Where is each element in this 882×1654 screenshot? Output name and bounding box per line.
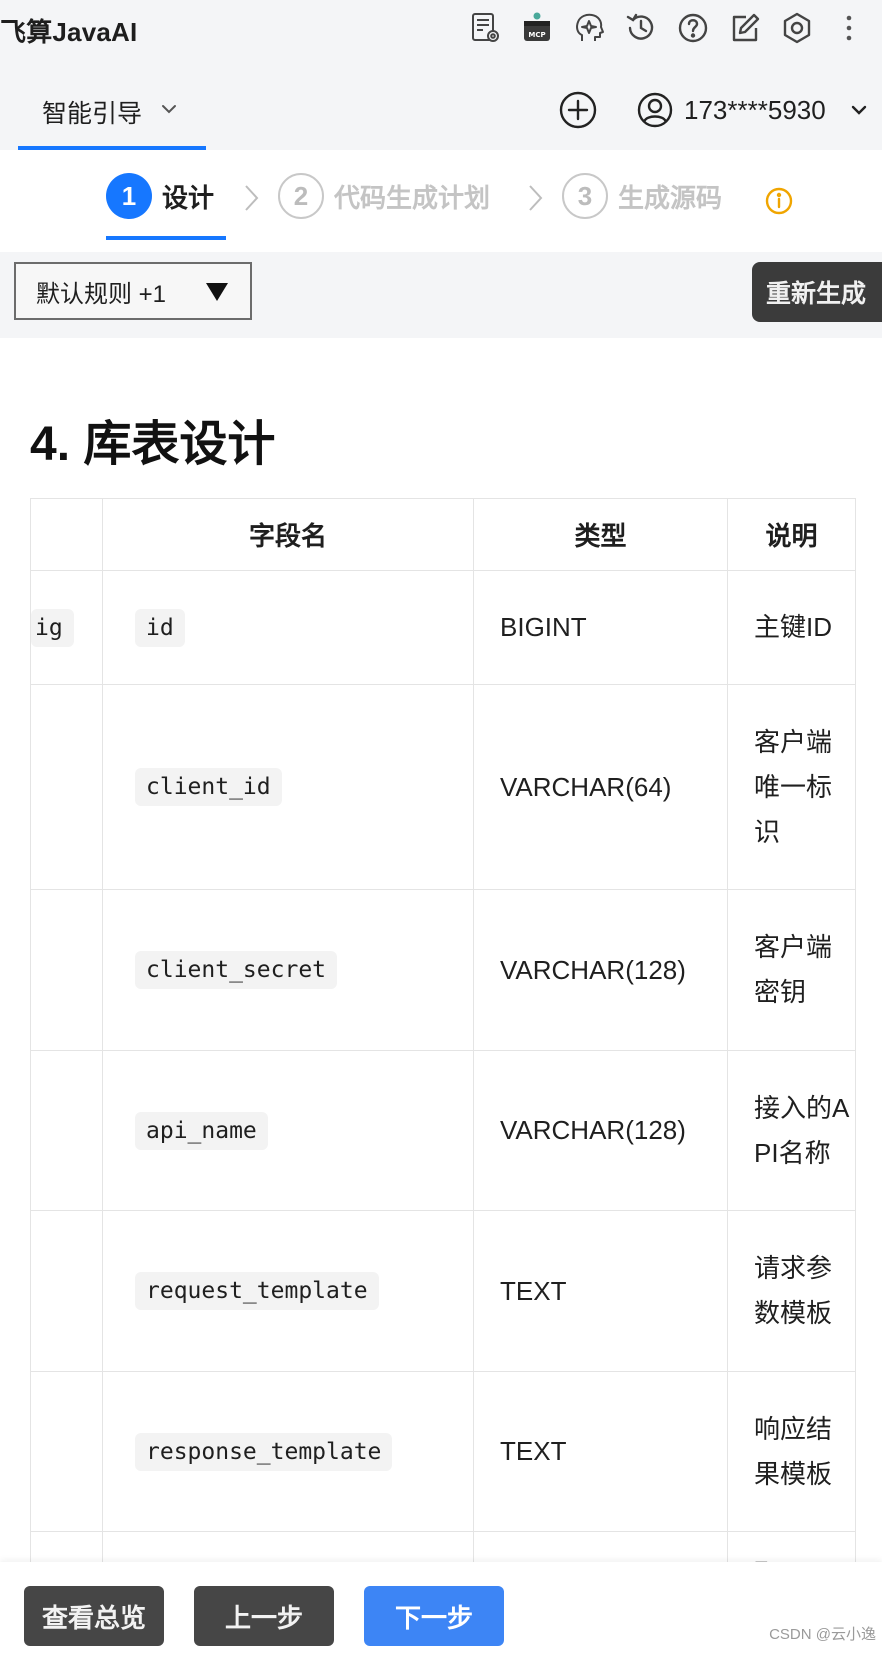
tab-smart-guide[interactable]: 智能引导 bbox=[18, 56, 206, 150]
chevron-down-icon bbox=[851, 105, 866, 115]
table-cell bbox=[30, 684, 103, 890]
field-type: VARCHAR(128) bbox=[473, 1050, 728, 1211]
config-code: ig bbox=[31, 608, 74, 647]
design-content: 4. 库表设计 字段名 类型 说明 ig id BIGINT 主键ID clie… bbox=[0, 338, 882, 1562]
nav-row: 智能引导 173****5930 bbox=[0, 56, 882, 150]
field-type: TEXT bbox=[473, 1371, 728, 1532]
table-row: client_id VARCHAR(64) 客户端唯一标识 bbox=[30, 684, 856, 890]
toolbar: MCP bbox=[464, 6, 882, 50]
table-cell: api_name bbox=[102, 1050, 474, 1211]
field-name: client_secret bbox=[135, 951, 338, 989]
table-row: ig id BIGINT 主键ID bbox=[30, 570, 856, 685]
watermark: CSDN @云小逸 bbox=[769, 1626, 876, 1643]
column-header bbox=[30, 498, 103, 571]
table-cell bbox=[30, 1371, 103, 1532]
step-label: 设计 bbox=[162, 182, 215, 213]
field-name: id bbox=[135, 608, 185, 647]
user-phone: 173****5930 bbox=[684, 94, 826, 125]
step-generate-source[interactable]: 3 生成源码 bbox=[562, 170, 722, 222]
tab-label: 智能引导 bbox=[42, 100, 143, 128]
field-description: 配置 bbox=[727, 1531, 856, 1562]
column-header: 字段名 bbox=[102, 498, 474, 571]
app-header: 飞算JavaAI MCP bbox=[0, 0, 882, 56]
table-cell: id bbox=[102, 570, 474, 685]
field-type: VARCHAR(64) bbox=[473, 684, 728, 890]
table-cell: ig bbox=[30, 570, 103, 685]
prev-step-button[interactable]: 上一步 bbox=[194, 1586, 334, 1646]
chevron-down-icon bbox=[162, 105, 176, 114]
step-active-indicator bbox=[106, 236, 226, 240]
db-table: 字段名 类型 说明 ig id BIGINT 主键ID client_id VA… bbox=[30, 498, 856, 1562]
edit-icon[interactable] bbox=[724, 7, 766, 49]
history-icon[interactable] bbox=[620, 7, 662, 49]
table-row: client_secret VARCHAR(128) 客户端密钥 bbox=[30, 889, 856, 1051]
bottom-bar: 查看总览 上一步 下一步 CSDN @云小逸 bbox=[0, 1562, 882, 1654]
table-row: api_name VARCHAR(128) 接入的API名称 bbox=[30, 1050, 856, 1211]
field-description: 主键ID bbox=[727, 570, 856, 685]
caret-down-icon bbox=[206, 283, 228, 301]
step-code-plan[interactable]: 2 代码生成计划 bbox=[278, 170, 490, 222]
field-description: 接入的API名称 bbox=[727, 1050, 856, 1211]
regenerate-button[interactable]: 重新生成 bbox=[752, 262, 882, 322]
field-name: response_template bbox=[135, 1432, 393, 1471]
chevron-right-icon bbox=[529, 185, 543, 211]
step-number: 3 bbox=[562, 173, 608, 219]
table-cell bbox=[30, 889, 103, 1051]
field-type: TEXT bbox=[473, 1210, 728, 1372]
user-menu[interactable]: 173****5930 bbox=[636, 86, 870, 134]
table-cell bbox=[30, 1531, 103, 1562]
table-row: 配置 bbox=[30, 1531, 856, 1562]
table-cell: response_template bbox=[102, 1371, 474, 1532]
document-settings-icon[interactable] bbox=[464, 7, 506, 49]
add-session-button[interactable] bbox=[558, 90, 598, 130]
step-number: 2 bbox=[278, 173, 324, 219]
step-design[interactable]: 1 设计 bbox=[106, 170, 214, 222]
field-type: BIGINT bbox=[473, 570, 728, 685]
view-overview-button[interactable]: 查看总览 bbox=[24, 1586, 164, 1646]
table-cell bbox=[30, 1050, 103, 1211]
mcp-icon[interactable]: MCP bbox=[516, 7, 558, 49]
table-row: request_template TEXT 请求参数模板 bbox=[30, 1210, 856, 1372]
table-header-row: 字段名 类型 说明 bbox=[30, 498, 856, 571]
brain-icon[interactable] bbox=[568, 7, 610, 49]
table-cell bbox=[102, 1531, 474, 1562]
field-type: VARCHAR(128) bbox=[473, 889, 728, 1051]
more-icon[interactable] bbox=[828, 7, 870, 49]
info-icon[interactable] bbox=[764, 186, 794, 216]
table-cell: request_template bbox=[102, 1210, 474, 1372]
field-description: 客户端唯一标识 bbox=[727, 684, 856, 890]
step-label: 生成源码 bbox=[618, 182, 723, 213]
field-name: api_name bbox=[135, 1111, 268, 1150]
field-description: 请求参数模板 bbox=[727, 1210, 856, 1372]
section-heading: 4. 库表设计 bbox=[30, 418, 276, 471]
field-name: request_template bbox=[135, 1272, 379, 1310]
settings-icon[interactable] bbox=[776, 7, 818, 49]
field-name: client_id bbox=[135, 768, 282, 806]
rule-select-value: 默认规则 +1 bbox=[36, 280, 167, 308]
steps-bar: 1 设计 2 代码生成计划 3 生成源码 bbox=[0, 150, 882, 252]
step-label: 代码生成计划 bbox=[334, 182, 491, 213]
step-number: 1 bbox=[106, 173, 152, 219]
field-description: 响应结果模板 bbox=[727, 1371, 856, 1532]
help-icon[interactable] bbox=[672, 7, 714, 49]
field-type bbox=[473, 1531, 728, 1562]
table-row: response_template TEXT 响应结果模板 bbox=[30, 1371, 856, 1532]
table-cell: client_secret bbox=[102, 889, 474, 1051]
column-header: 说明 bbox=[727, 498, 856, 571]
user-avatar-icon bbox=[637, 92, 673, 128]
mcp-label: MCP bbox=[528, 31, 545, 39]
rule-bar: 默认规则 +1 重新生成 bbox=[0, 252, 882, 338]
column-header: 类型 bbox=[473, 498, 728, 571]
app-title: 飞算JavaAI bbox=[0, 17, 138, 47]
field-description: 客户端密钥 bbox=[727, 889, 856, 1051]
next-step-button[interactable]: 下一步 bbox=[364, 1586, 504, 1646]
chevron-right-icon bbox=[245, 185, 259, 211]
rule-select[interactable]: 默认规则 +1 bbox=[14, 262, 252, 320]
table-cell bbox=[30, 1210, 103, 1372]
table-cell: client_id bbox=[102, 684, 474, 890]
